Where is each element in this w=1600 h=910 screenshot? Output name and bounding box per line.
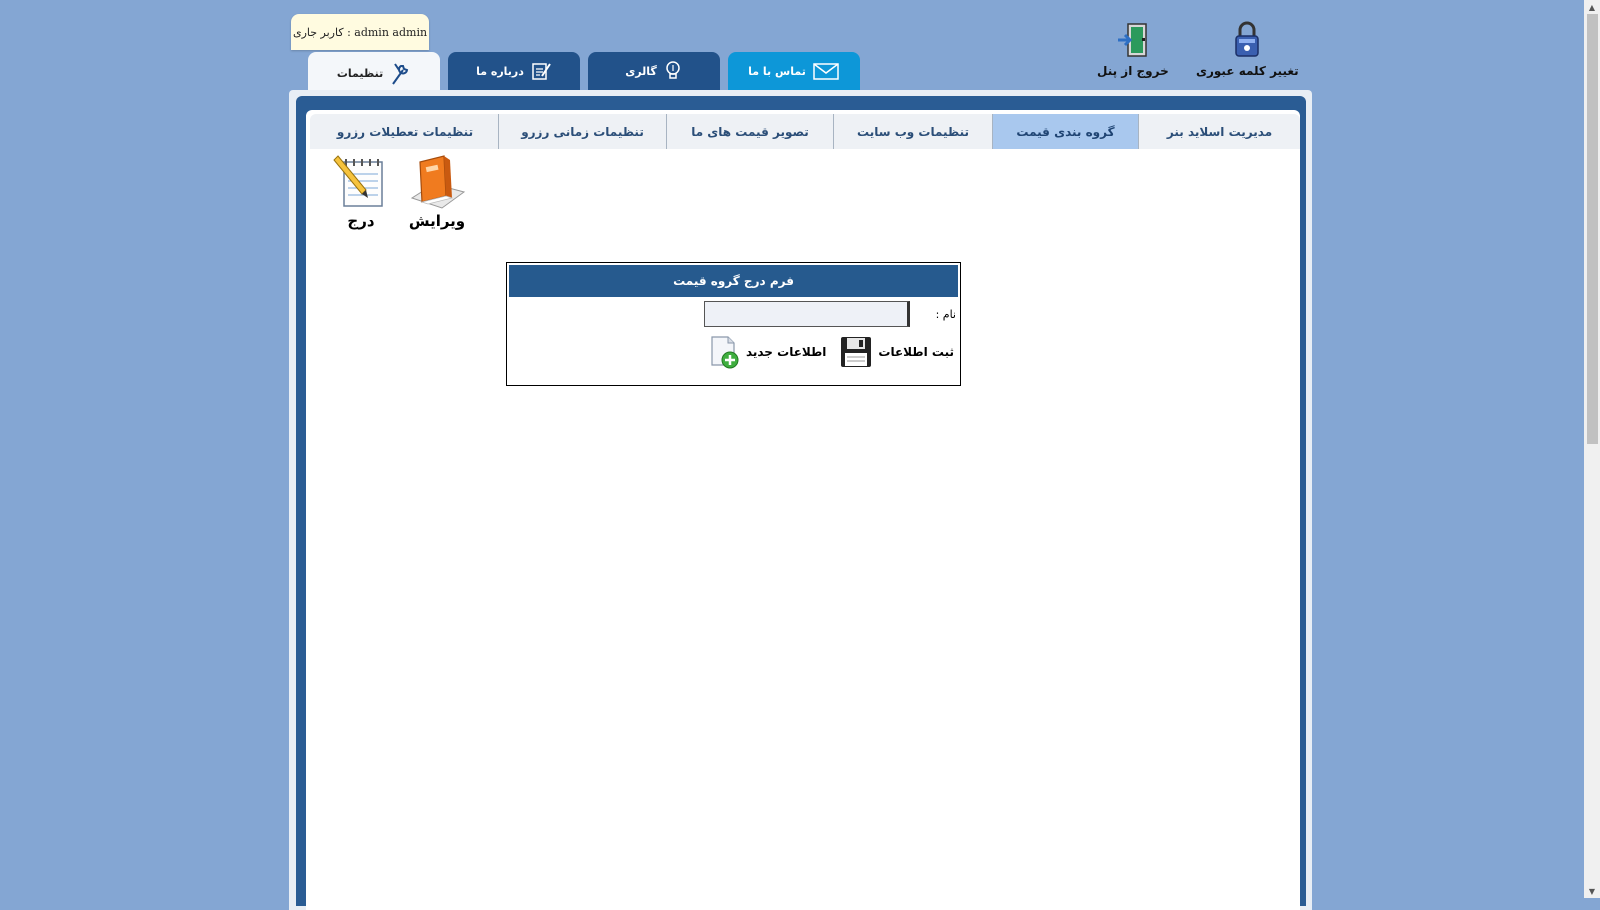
notepad-pencil-icon: [333, 155, 383, 207]
change-password-label: تغییر کلمه عبوری: [1196, 64, 1299, 78]
name-input[interactable]: [703, 301, 910, 327]
padlock-icon: [1235, 21, 1260, 57]
content-panel: [306, 110, 1300, 910]
new-document-icon: [711, 336, 739, 369]
subtab-website-settings[interactable]: تنظیمات وب سایت: [833, 114, 992, 149]
tab-settings-label: تنظیمات: [336, 66, 384, 80]
name-row: نام :: [703, 301, 956, 327]
subtab-booking-holidays[interactable]: تنظیمات تعطیلات رزرو: [312, 114, 498, 149]
sub-tabs: مدیریت اسلاید بنر گروه بندی قیمت تنظیمات…: [310, 114, 1300, 149]
vertical-scrollbar[interactable]: ▲ ▼: [1584, 0, 1600, 898]
subtab-price-groups-label: گروه بندی قیمت: [1016, 124, 1115, 139]
subtab-banner-slides-label: مدیریت اسلاید بنر: [1166, 124, 1273, 139]
scroll-up-icon[interactable]: ▲: [1584, 0, 1600, 14]
subtab-website-settings-label: تنظیمات وب سایت: [857, 124, 969, 139]
subtab-booking-holidays-label: تنظیمات تعطیلات رزرو: [336, 124, 474, 139]
submit-label: ثبت اطلاعات: [878, 345, 954, 359]
lightbulb-icon: [666, 61, 680, 79]
tab-settings[interactable]: تنظیمات: [308, 52, 440, 94]
edit-action-label: ویرایش: [408, 212, 466, 230]
new-record-button[interactable]: اطلاعات جدید: [708, 335, 826, 369]
change-password-button[interactable]: تغییر کلمه عبوری: [1196, 20, 1299, 78]
submit-button[interactable]: ثبت اطلاعات: [840, 336, 954, 368]
tab-contact-us-label: تماس با ما: [748, 64, 806, 78]
envelope-icon: [813, 63, 839, 80]
form-title-text: فرم درج گروه قیمت: [673, 274, 794, 288]
tab-gallery-label: گالری: [625, 64, 657, 78]
scroll-down-icon[interactable]: ▼: [1584, 884, 1600, 898]
wrench-icon: [392, 63, 409, 85]
tab-about-us-label: درباره ما: [476, 64, 524, 78]
subtab-price-images-label: تصویر قیمت های ما: [691, 124, 809, 139]
scroll-thumb[interactable]: [1587, 14, 1598, 444]
edit-note-icon: [532, 63, 551, 80]
insert-action-button[interactable]: درج: [332, 152, 390, 230]
subtab-booking-time-label: تنظیمات زمانی رزرو: [521, 124, 644, 139]
price-group-form: فرم درج گروه قیمت نام : ثبت اطلاعات اطلا…: [506, 262, 961, 386]
tab-about-us[interactable]: درباره ما: [448, 52, 580, 90]
floppy-disk-icon: [841, 337, 872, 367]
tab-contact-us[interactable]: تماس با ما: [728, 52, 860, 90]
edit-action-button[interactable]: ویرایش: [406, 152, 468, 230]
form-title: فرم درج گروه قیمت: [509, 265, 958, 297]
form-actions: ثبت اطلاعات اطلاعات جدید: [708, 335, 954, 369]
tab-gallery[interactable]: گالری: [588, 52, 720, 90]
subtab-price-groups[interactable]: گروه بندی قیمت: [992, 114, 1138, 149]
subtab-banner-slides[interactable]: مدیریت اسلاید بنر: [1138, 114, 1300, 149]
name-label: نام :: [935, 307, 956, 321]
exit-door-icon: [1117, 23, 1147, 57]
subtab-booking-time[interactable]: تنظیمات زمانی رزرو: [498, 114, 666, 149]
current-user-text: admin admin : کاربر جاری: [292, 25, 428, 39]
insert-action-label: درج: [347, 212, 375, 230]
logout-label: خروج از پنل: [1097, 64, 1169, 78]
subtab-price-images[interactable]: تصویر قیمت های ما: [666, 114, 833, 149]
book-icon: [410, 155, 466, 209]
logout-button[interactable]: خروج از پنل: [1097, 20, 1169, 78]
new-record-label: اطلاعات جدید: [745, 345, 827, 359]
current-user-badge: admin admin : کاربر جاری: [291, 14, 429, 50]
